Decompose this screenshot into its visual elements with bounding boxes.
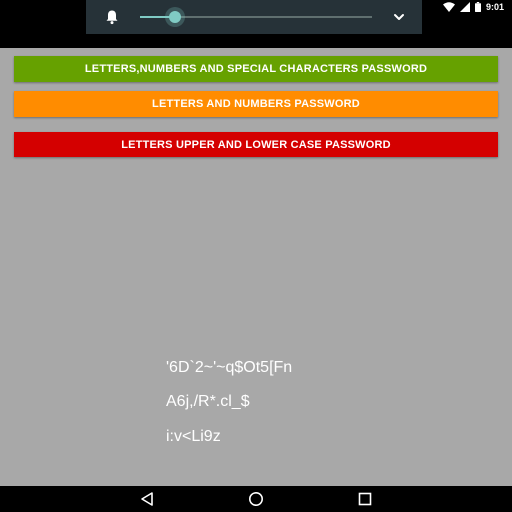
password-numbers-output: A6j,/R*.cl_$: [166, 393, 250, 410]
wifi-icon: [442, 2, 455, 12]
navigation-bar: [0, 486, 512, 512]
recents-icon[interactable]: [355, 490, 375, 508]
password-letters-output: i:v<Li9z: [166, 428, 221, 445]
status-icons: 9:01: [442, 0, 504, 14]
letters-numbers-special-button[interactable]: LETTERS,NUMBERS AND SPECIAL CHARACTERS P…: [14, 56, 498, 82]
back-icon[interactable]: [137, 490, 157, 508]
letters-upper-lower-button[interactable]: LETTERS UPPER AND LOWER CASE PASSWORD: [14, 132, 498, 157]
status-time: 9:01: [485, 2, 504, 12]
password-special-output: '6D`2~'~q$Ot5[Fn: [166, 359, 293, 376]
battery-icon: [474, 2, 481, 12]
bell-icon[interactable]: [104, 9, 120, 25]
letters-numbers-button[interactable]: LETTERS AND NUMBERS PASSWORD: [14, 91, 498, 117]
signal-icon: [459, 2, 470, 12]
home-icon[interactable]: [246, 490, 266, 508]
volume-slider-thumb[interactable]: [168, 11, 181, 23]
chevron-down-icon[interactable]: [392, 10, 406, 24]
